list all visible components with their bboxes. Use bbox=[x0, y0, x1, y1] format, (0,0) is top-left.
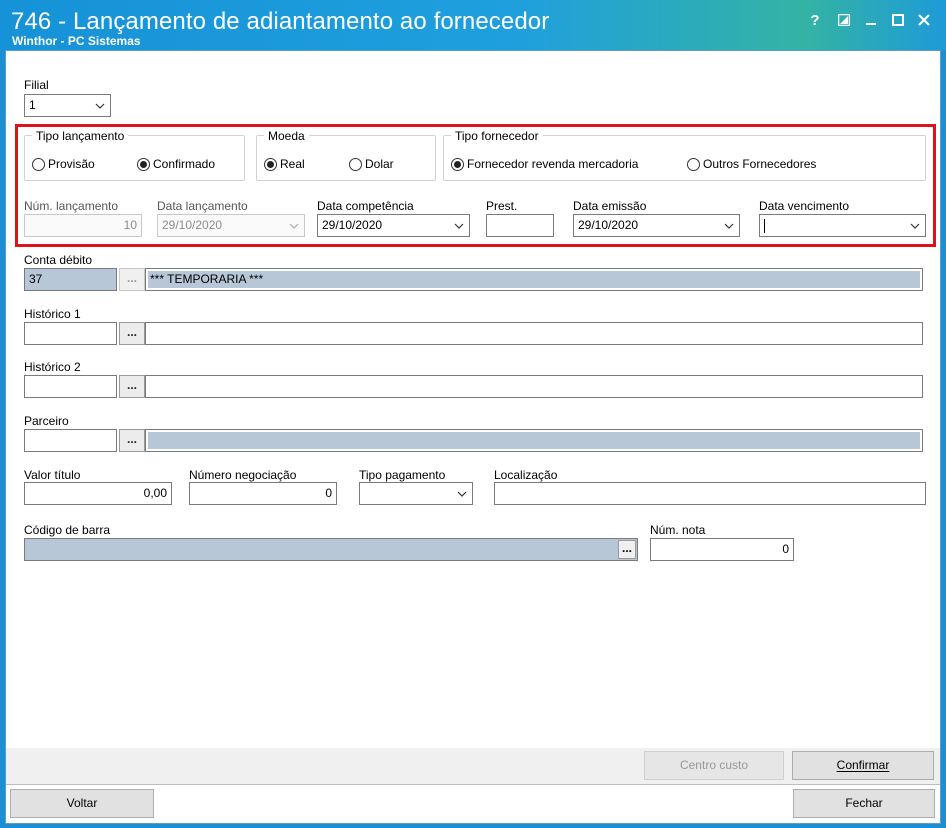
filial-select[interactable]: 1 bbox=[24, 94, 111, 117]
conta-debito-description-text: *** TEMPORARIA *** bbox=[150, 272, 264, 286]
radio-outros-fornecedores-label: Outros Fornecedores bbox=[703, 157, 817, 171]
radio-fornecedor-revenda-label: Fornecedor revenda mercadoria bbox=[467, 157, 639, 171]
chevron-down-icon[interactable] bbox=[724, 221, 734, 231]
localizacao-field[interactable] bbox=[494, 482, 926, 505]
app-window: 746 - Lançamento de adiantamento ao forn… bbox=[0, 0, 946, 828]
conta-debito-description-fill bbox=[148, 271, 920, 288]
num-nota-label: Núm. nota bbox=[650, 523, 706, 537]
data-competencia-label: Data competência bbox=[317, 199, 414, 213]
conta-debito-description: *** TEMPORARIA *** bbox=[145, 268, 923, 291]
action-bar: Centro custo Confirmar bbox=[6, 748, 940, 784]
filial-label: Filial bbox=[24, 78, 49, 92]
historico1-description[interactable] bbox=[145, 322, 923, 345]
centro-custo-button[interactable]: Centro custo bbox=[644, 751, 784, 780]
confirmar-button[interactable]: Confirmar bbox=[792, 751, 934, 780]
codigo-barra-label: Código de barra bbox=[24, 523, 111, 537]
tipo-lancamento-title: Tipo lançamento bbox=[32, 129, 129, 143]
valor-titulo-field[interactable]: 0,00 bbox=[24, 482, 172, 505]
data-emissao-label: Data emissão bbox=[573, 199, 647, 213]
chevron-down-icon bbox=[95, 103, 105, 109]
radio-fornecedor-revenda[interactable]: Fornecedor revenda mercadoria bbox=[451, 157, 638, 171]
radio-fornecedor-revenda-circle bbox=[451, 157, 464, 171]
prest-field[interactable] bbox=[486, 214, 554, 237]
numero-negociacao-label: Número negociação bbox=[189, 468, 297, 482]
radio-dolar[interactable]: Dolar bbox=[349, 157, 394, 171]
historico2-description[interactable] bbox=[145, 375, 923, 398]
moeda-title: Moeda bbox=[264, 129, 309, 143]
text-cursor bbox=[764, 219, 765, 233]
chevron-down-icon bbox=[457, 491, 467, 497]
codigo-barra-field[interactable]: ... bbox=[24, 538, 638, 561]
data-vencimento-field[interactable] bbox=[759, 214, 926, 237]
historico2-label: Histórico 2 bbox=[24, 360, 81, 374]
radio-dolar-circle bbox=[349, 157, 362, 171]
window-subtitle: Winthor - PC Sistemas bbox=[12, 34, 141, 48]
tipo-pagamento-select[interactable] bbox=[359, 482, 473, 505]
conta-debito-label: Conta débito bbox=[24, 253, 93, 267]
data-competencia-field[interactable]: 29/10/2020 bbox=[317, 214, 470, 237]
conta-debito-lookup-button[interactable]: ... bbox=[119, 268, 145, 291]
radio-dolar-label: Dolar bbox=[365, 157, 394, 171]
footer-bar: Voltar Fechar bbox=[6, 784, 940, 823]
filial-value: 1 bbox=[29, 98, 36, 112]
radio-real-circle bbox=[264, 157, 277, 171]
radio-confirmado-label: Confirmado bbox=[153, 157, 216, 171]
chevron-down-icon[interactable] bbox=[454, 221, 464, 231]
radio-real-label: Real bbox=[280, 157, 305, 171]
radio-confirmado[interactable]: Confirmado bbox=[137, 157, 215, 171]
fechar-button-label: Fechar bbox=[845, 796, 883, 810]
theme-toggle-icon[interactable] bbox=[833, 9, 855, 31]
data-competencia-value: 29/10/2020 bbox=[322, 218, 383, 232]
data-lancamento-value: 29/10/2020 bbox=[162, 218, 223, 232]
data-emissao-field[interactable]: 29/10/2020 bbox=[573, 214, 740, 237]
help-icon[interactable]: ? bbox=[804, 9, 826, 31]
conta-debito-code[interactable]: 37 bbox=[24, 268, 117, 291]
radio-outros-fornecedores[interactable]: Outros Fornecedores bbox=[687, 157, 816, 171]
parceiro-lookup-button[interactable]: ... bbox=[119, 429, 145, 452]
num-lancamento-field: 10 bbox=[24, 214, 142, 237]
radio-provisao[interactable]: Provisão bbox=[32, 157, 95, 171]
confirmar-button-label: Confirmar bbox=[836, 758, 890, 772]
radio-provisao-label: Provisão bbox=[48, 157, 95, 171]
numero-negociacao-field[interactable]: 0 bbox=[189, 482, 337, 505]
parceiro-description-fill bbox=[148, 432, 920, 449]
maximize-icon[interactable] bbox=[887, 9, 909, 31]
parceiro-code[interactable] bbox=[24, 429, 117, 452]
data-lancamento-label: Data lançamento bbox=[157, 199, 248, 213]
parceiro-description bbox=[145, 429, 923, 452]
num-lancamento-label: Núm. lançamento bbox=[24, 199, 119, 213]
historico1-label: Histórico 1 bbox=[24, 307, 81, 321]
title-bar: 746 - Lançamento de adiantamento ao forn… bbox=[0, 0, 946, 50]
radio-confirmado-circle bbox=[137, 157, 150, 171]
localizacao-label: Localização bbox=[494, 468, 558, 482]
data-emissao-value: 29/10/2020 bbox=[578, 218, 639, 232]
codigo-barra-lookup-button[interactable]: ... bbox=[618, 540, 636, 559]
voltar-button[interactable]: Voltar bbox=[10, 789, 154, 818]
form-body: Filial 1 Tipo lançamento Provisão Confir… bbox=[5, 50, 941, 824]
radio-real[interactable]: Real bbox=[264, 157, 305, 171]
valor-titulo-label: Valor título bbox=[24, 468, 81, 482]
close-icon[interactable] bbox=[913, 9, 935, 31]
fechar-button[interactable]: Fechar bbox=[793, 789, 935, 818]
prest-label: Prest. bbox=[486, 199, 518, 213]
historico1-lookup-button[interactable]: ... bbox=[119, 322, 145, 345]
radio-provisao-circle bbox=[32, 157, 45, 171]
data-lancamento-field: 29/10/2020 bbox=[157, 214, 305, 237]
historico2-code[interactable] bbox=[24, 375, 117, 398]
chevron-down-icon bbox=[289, 223, 299, 229]
historico2-lookup-button[interactable]: ... bbox=[119, 375, 145, 398]
data-vencimento-label: Data vencimento bbox=[759, 199, 850, 213]
chevron-down-icon[interactable] bbox=[910, 221, 920, 231]
voltar-button-label: Voltar bbox=[66, 796, 98, 810]
minimize-icon[interactable] bbox=[860, 9, 882, 31]
parceiro-label: Parceiro bbox=[24, 414, 69, 428]
tipo-fornecedor-title: Tipo fornecedor bbox=[451, 129, 543, 143]
num-nota-field[interactable]: 0 bbox=[650, 538, 794, 561]
window-title: 746 - Lançamento de adiantamento ao forn… bbox=[11, 8, 550, 35]
historico1-code[interactable] bbox=[24, 322, 117, 345]
radio-outros-fornecedores-circle bbox=[687, 157, 700, 171]
tipo-pagamento-label: Tipo pagamento bbox=[359, 468, 446, 482]
